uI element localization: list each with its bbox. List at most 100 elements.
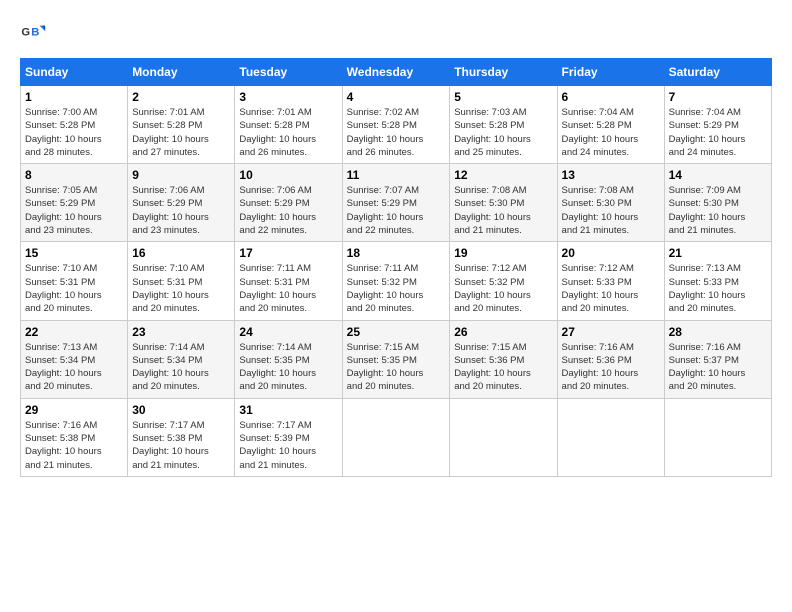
day-number: 2 <box>132 90 230 104</box>
day-cell: 4 Sunrise: 7:02 AMSunset: 5:28 PMDayligh… <box>342 86 450 164</box>
day-info: Sunrise: 7:17 AMSunset: 5:38 PMDaylight:… <box>132 419 230 472</box>
day-number: 13 <box>562 168 660 182</box>
day-number: 21 <box>669 246 767 260</box>
day-number: 1 <box>25 90 123 104</box>
day-cell: 11 Sunrise: 7:07 AMSunset: 5:29 PMDaylig… <box>342 164 450 242</box>
day-info: Sunrise: 7:16 AMSunset: 5:38 PMDaylight:… <box>25 419 123 472</box>
day-cell: 6 Sunrise: 7:04 AMSunset: 5:28 PMDayligh… <box>557 86 664 164</box>
day-info: Sunrise: 7:05 AMSunset: 5:29 PMDaylight:… <box>25 184 123 237</box>
header-cell-thursday: Thursday <box>450 59 557 86</box>
day-number: 16 <box>132 246 230 260</box>
day-number: 3 <box>239 90 337 104</box>
day-cell: 16 Sunrise: 7:10 AMSunset: 5:31 PMDaylig… <box>128 242 235 320</box>
day-number: 6 <box>562 90 660 104</box>
day-info: Sunrise: 7:06 AMSunset: 5:29 PMDaylight:… <box>239 184 337 237</box>
day-info: Sunrise: 7:16 AMSunset: 5:37 PMDaylight:… <box>669 341 767 394</box>
logo: G B <box>20 20 52 48</box>
week-row-4: 22 Sunrise: 7:13 AMSunset: 5:34 PMDaylig… <box>21 320 772 398</box>
day-info: Sunrise: 7:09 AMSunset: 5:30 PMDaylight:… <box>669 184 767 237</box>
day-cell: 22 Sunrise: 7:13 AMSunset: 5:34 PMDaylig… <box>21 320 128 398</box>
day-info: Sunrise: 7:16 AMSunset: 5:36 PMDaylight:… <box>562 341 660 394</box>
day-cell: 17 Sunrise: 7:11 AMSunset: 5:31 PMDaylig… <box>235 242 342 320</box>
day-info: Sunrise: 7:00 AMSunset: 5:28 PMDaylight:… <box>25 106 123 159</box>
page-header: G B <box>20 20 772 48</box>
day-cell: 29 Sunrise: 7:16 AMSunset: 5:38 PMDaylig… <box>21 398 128 476</box>
day-number: 29 <box>25 403 123 417</box>
day-cell: 26 Sunrise: 7:15 AMSunset: 5:36 PMDaylig… <box>450 320 557 398</box>
day-cell: 30 Sunrise: 7:17 AMSunset: 5:38 PMDaylig… <box>128 398 235 476</box>
day-number: 31 <box>239 403 337 417</box>
header-row: SundayMondayTuesdayWednesdayThursdayFrid… <box>21 59 772 86</box>
header-cell-saturday: Saturday <box>664 59 771 86</box>
day-cell: 31 Sunrise: 7:17 AMSunset: 5:39 PMDaylig… <box>235 398 342 476</box>
day-cell: 25 Sunrise: 7:15 AMSunset: 5:35 PMDaylig… <box>342 320 450 398</box>
day-cell: 2 Sunrise: 7:01 AMSunset: 5:28 PMDayligh… <box>128 86 235 164</box>
day-number: 7 <box>669 90 767 104</box>
logo-icon: G B <box>20 20 48 48</box>
day-info: Sunrise: 7:14 AMSunset: 5:34 PMDaylight:… <box>132 341 230 394</box>
day-number: 30 <box>132 403 230 417</box>
week-row-1: 1 Sunrise: 7:00 AMSunset: 5:28 PMDayligh… <box>21 86 772 164</box>
day-info: Sunrise: 7:15 AMSunset: 5:35 PMDaylight:… <box>347 341 446 394</box>
day-cell: 19 Sunrise: 7:12 AMSunset: 5:32 PMDaylig… <box>450 242 557 320</box>
day-number: 8 <box>25 168 123 182</box>
day-info: Sunrise: 7:12 AMSunset: 5:33 PMDaylight:… <box>562 262 660 315</box>
day-number: 11 <box>347 168 446 182</box>
day-number: 26 <box>454 325 552 339</box>
day-info: Sunrise: 7:12 AMSunset: 5:32 PMDaylight:… <box>454 262 552 315</box>
day-number: 18 <box>347 246 446 260</box>
day-cell: 13 Sunrise: 7:08 AMSunset: 5:30 PMDaylig… <box>557 164 664 242</box>
day-info: Sunrise: 7:11 AMSunset: 5:31 PMDaylight:… <box>239 262 337 315</box>
week-row-5: 29 Sunrise: 7:16 AMSunset: 5:38 PMDaylig… <box>21 398 772 476</box>
day-info: Sunrise: 7:13 AMSunset: 5:34 PMDaylight:… <box>25 341 123 394</box>
day-cell: 12 Sunrise: 7:08 AMSunset: 5:30 PMDaylig… <box>450 164 557 242</box>
day-cell: 1 Sunrise: 7:00 AMSunset: 5:28 PMDayligh… <box>21 86 128 164</box>
day-info: Sunrise: 7:06 AMSunset: 5:29 PMDaylight:… <box>132 184 230 237</box>
day-cell <box>557 398 664 476</box>
day-cell: 7 Sunrise: 7:04 AMSunset: 5:29 PMDayligh… <box>664 86 771 164</box>
day-info: Sunrise: 7:10 AMSunset: 5:31 PMDaylight:… <box>132 262 230 315</box>
day-info: Sunrise: 7:07 AMSunset: 5:29 PMDaylight:… <box>347 184 446 237</box>
day-cell: 21 Sunrise: 7:13 AMSunset: 5:33 PMDaylig… <box>664 242 771 320</box>
day-info: Sunrise: 7:14 AMSunset: 5:35 PMDaylight:… <box>239 341 337 394</box>
day-number: 9 <box>132 168 230 182</box>
svg-text:B: B <box>31 26 39 38</box>
day-info: Sunrise: 7:04 AMSunset: 5:29 PMDaylight:… <box>669 106 767 159</box>
day-info: Sunrise: 7:03 AMSunset: 5:28 PMDaylight:… <box>454 106 552 159</box>
week-row-2: 8 Sunrise: 7:05 AMSunset: 5:29 PMDayligh… <box>21 164 772 242</box>
day-cell <box>450 398 557 476</box>
day-cell: 10 Sunrise: 7:06 AMSunset: 5:29 PMDaylig… <box>235 164 342 242</box>
day-cell: 3 Sunrise: 7:01 AMSunset: 5:28 PMDayligh… <box>235 86 342 164</box>
day-number: 22 <box>25 325 123 339</box>
day-number: 27 <box>562 325 660 339</box>
day-cell: 28 Sunrise: 7:16 AMSunset: 5:37 PMDaylig… <box>664 320 771 398</box>
header-cell-monday: Monday <box>128 59 235 86</box>
day-number: 12 <box>454 168 552 182</box>
day-cell: 9 Sunrise: 7:06 AMSunset: 5:29 PMDayligh… <box>128 164 235 242</box>
day-number: 23 <box>132 325 230 339</box>
day-number: 28 <box>669 325 767 339</box>
day-info: Sunrise: 7:02 AMSunset: 5:28 PMDaylight:… <box>347 106 446 159</box>
day-cell: 27 Sunrise: 7:16 AMSunset: 5:36 PMDaylig… <box>557 320 664 398</box>
day-info: Sunrise: 7:10 AMSunset: 5:31 PMDaylight:… <box>25 262 123 315</box>
header-cell-wednesday: Wednesday <box>342 59 450 86</box>
day-number: 19 <box>454 246 552 260</box>
day-number: 15 <box>25 246 123 260</box>
day-info: Sunrise: 7:15 AMSunset: 5:36 PMDaylight:… <box>454 341 552 394</box>
day-number: 5 <box>454 90 552 104</box>
day-cell <box>664 398 771 476</box>
header-cell-friday: Friday <box>557 59 664 86</box>
day-number: 20 <box>562 246 660 260</box>
day-info: Sunrise: 7:17 AMSunset: 5:39 PMDaylight:… <box>239 419 337 472</box>
header-cell-tuesday: Tuesday <box>235 59 342 86</box>
day-info: Sunrise: 7:08 AMSunset: 5:30 PMDaylight:… <box>454 184 552 237</box>
day-info: Sunrise: 7:01 AMSunset: 5:28 PMDaylight:… <box>132 106 230 159</box>
day-info: Sunrise: 7:13 AMSunset: 5:33 PMDaylight:… <box>669 262 767 315</box>
day-number: 14 <box>669 168 767 182</box>
day-number: 4 <box>347 90 446 104</box>
day-cell: 23 Sunrise: 7:14 AMSunset: 5:34 PMDaylig… <box>128 320 235 398</box>
day-cell: 14 Sunrise: 7:09 AMSunset: 5:30 PMDaylig… <box>664 164 771 242</box>
day-number: 17 <box>239 246 337 260</box>
day-number: 25 <box>347 325 446 339</box>
day-cell: 18 Sunrise: 7:11 AMSunset: 5:32 PMDaylig… <box>342 242 450 320</box>
